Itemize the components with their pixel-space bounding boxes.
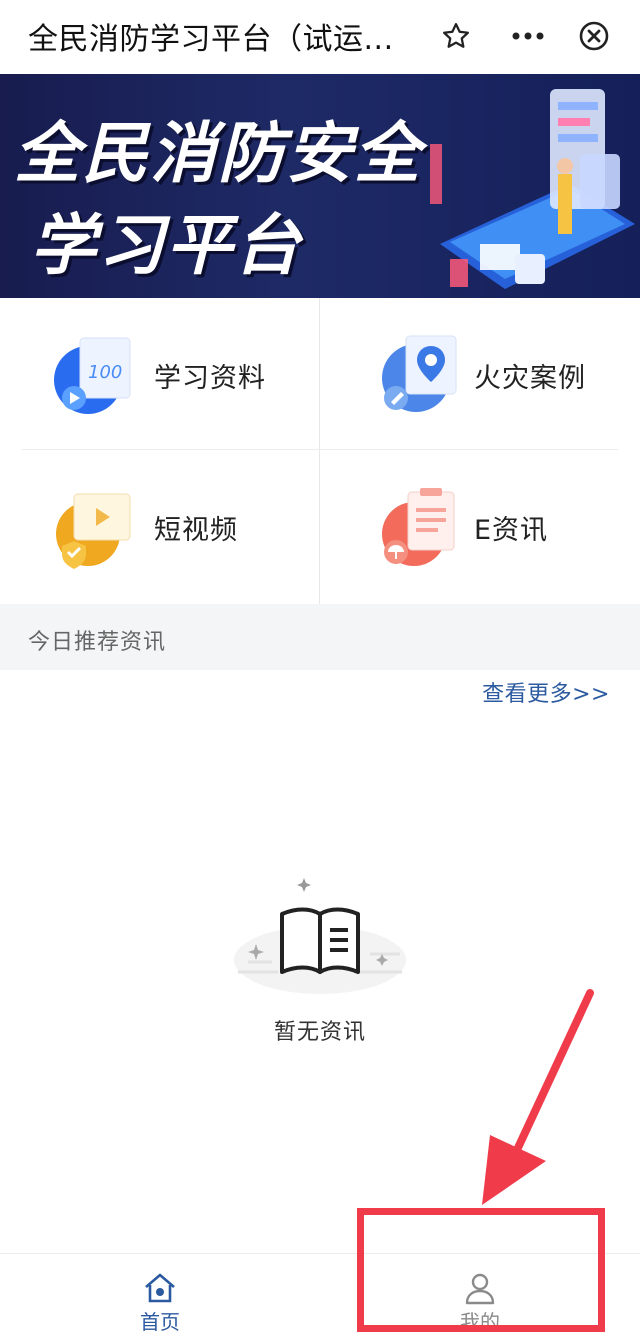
menu-item-e-news[interactable]: E资讯 xyxy=(320,450,640,602)
annotation-highlight-box xyxy=(357,1208,605,1332)
close-circle-icon[interactable] xyxy=(570,14,618,58)
more-icon[interactable] xyxy=(504,14,552,58)
section-header: 今日推荐资讯 xyxy=(0,604,640,670)
menu-item-study-material[interactable]: 100 学习资料 xyxy=(0,298,320,450)
view-more-link[interactable]: 查看更多>> xyxy=(482,676,610,708)
hero-banner[interactable]: 全民消防安全 学习平台 xyxy=(0,74,640,298)
page-title: 全民消防学习平台（试运... xyxy=(28,22,394,57)
menu-item-short-video[interactable]: 短视频 xyxy=(0,450,320,602)
study-material-icon: 100 xyxy=(54,337,131,414)
banner-title-line2: 学习平台 xyxy=(30,207,302,284)
star-icon[interactable] xyxy=(432,14,480,58)
title-bar: 全民消防学习平台（试运... xyxy=(0,0,640,74)
svg-text:100: 100 xyxy=(88,362,122,383)
section-title: 今日推荐资讯 xyxy=(28,630,167,655)
home-icon xyxy=(145,1273,175,1303)
nav-item-home[interactable]: 首页 xyxy=(0,1254,320,1335)
menu-label: 短视频 xyxy=(154,515,238,546)
menu-label: 火灾案例 xyxy=(474,363,586,394)
open-book-icon xyxy=(234,878,406,994)
e-news-icon xyxy=(382,488,455,566)
menu-label: 学习资料 xyxy=(154,363,266,394)
menu-grid: 100 学习资料 火灾案例 短视频 E资讯 xyxy=(0,298,640,604)
fire-case-icon xyxy=(382,335,457,412)
short-video-icon xyxy=(56,493,131,569)
banner-illustration xyxy=(430,89,635,289)
nav-label-home: 首页 xyxy=(140,1310,180,1334)
banner-title-line1: 全民消防安全 xyxy=(14,115,422,192)
annotation-arrow-icon xyxy=(482,989,594,1205)
menu-label: E资讯 xyxy=(474,515,549,546)
menu-item-fire-case[interactable]: 火灾案例 xyxy=(320,298,640,450)
